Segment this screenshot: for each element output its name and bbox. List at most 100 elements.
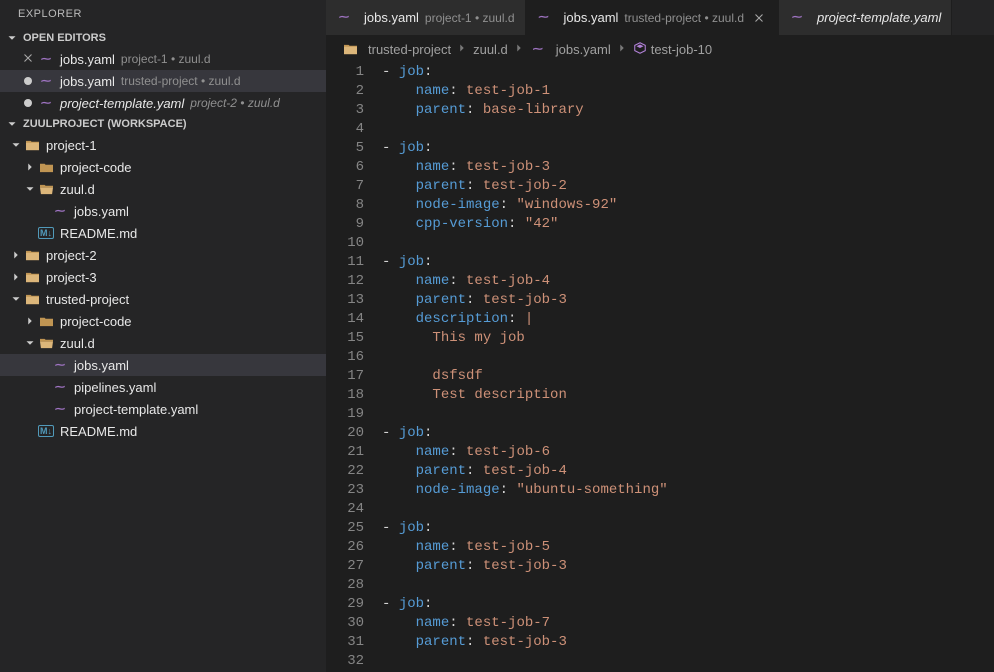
tree-folder[interactable]: project-2 bbox=[0, 244, 326, 266]
code-line[interactable] bbox=[382, 652, 994, 671]
yaml-icon: ⁓ bbox=[52, 357, 68, 373]
tree-folder[interactable]: project-code bbox=[0, 156, 326, 178]
folder-icon bbox=[24, 270, 40, 284]
tab-desc: trusted-project • zuul.d bbox=[624, 11, 744, 25]
workspace-header[interactable]: ZUULPROJECT (WORKSPACE) bbox=[0, 114, 326, 134]
line-number: 18 bbox=[326, 386, 364, 405]
code-line[interactable]: name: test-job-3 bbox=[382, 158, 994, 177]
editor-item-close[interactable] bbox=[18, 99, 38, 107]
line-number: 11 bbox=[326, 253, 364, 272]
line-number: 24 bbox=[326, 500, 364, 519]
code-line[interactable] bbox=[382, 120, 994, 139]
tree-item-label: jobs.yaml bbox=[74, 204, 129, 219]
code-line[interactable]: node-image: "windows-92" bbox=[382, 196, 994, 215]
folder-icon bbox=[38, 182, 54, 196]
chevron-right-icon bbox=[512, 41, 526, 58]
code-line[interactable]: - job: bbox=[382, 139, 994, 158]
code-line[interactable]: - job: bbox=[382, 253, 994, 272]
yaml-icon: ⁓ bbox=[52, 379, 68, 395]
code-line[interactable] bbox=[382, 576, 994, 595]
open-editors-header[interactable]: OPEN EDITORS bbox=[0, 28, 326, 48]
line-number: 9 bbox=[326, 215, 364, 234]
code-line[interactable]: name: test-job-5 bbox=[382, 538, 994, 557]
code-line[interactable]: parent: base-library bbox=[382, 101, 994, 120]
tree-item-label: project-code bbox=[60, 314, 132, 329]
chevron-right-icon bbox=[615, 41, 629, 58]
markdown-icon: M↓ bbox=[38, 423, 54, 439]
tree-folder[interactable]: trusted-project bbox=[0, 288, 326, 310]
editor-tab[interactable]: ⁓project-template.yaml bbox=[779, 0, 952, 35]
code-line[interactable]: - job: bbox=[382, 595, 994, 614]
chevron-right-icon[interactable] bbox=[8, 270, 24, 284]
breadcrumb-item[interactable]: test-job-10 bbox=[633, 41, 712, 58]
line-number: 13 bbox=[326, 291, 364, 310]
tree-folder[interactable]: project-3 bbox=[0, 266, 326, 288]
breadcrumb-item[interactable]: ⁓ jobs.yaml bbox=[530, 41, 611, 57]
tree-folder[interactable]: project-1 bbox=[0, 134, 326, 156]
yaml-icon: ⁓ bbox=[789, 10, 805, 26]
open-editor-item[interactable]: ⁓project-template.yamlproject-2 • zuul.d bbox=[0, 92, 326, 114]
breadcrumb-item[interactable]: zuul.d bbox=[473, 42, 508, 57]
tab-name: jobs.yaml bbox=[364, 10, 419, 25]
editor-tab[interactable]: ⁓jobs.yamltrusted-project • zuul.d bbox=[526, 0, 780, 35]
open-editor-item[interactable]: ⁓jobs.yamltrusted-project • zuul.d bbox=[0, 70, 326, 92]
chevron-down-icon[interactable] bbox=[8, 138, 24, 152]
yaml-icon: ⁓ bbox=[52, 401, 68, 417]
code-line[interactable]: Test description bbox=[382, 386, 994, 405]
tree-folder[interactable]: zuul.d bbox=[0, 332, 326, 354]
line-number: 10 bbox=[326, 234, 364, 253]
code-line[interactable]: node-image: "ubuntu-something" bbox=[382, 481, 994, 500]
chevron-right-icon[interactable] bbox=[22, 160, 38, 174]
chevron-down-icon[interactable] bbox=[8, 292, 24, 306]
chevron-right-icon[interactable] bbox=[8, 248, 24, 262]
tree-item-label: zuul.d bbox=[60, 182, 95, 197]
code-line[interactable]: This my job bbox=[382, 329, 994, 348]
code-content[interactable]: - job: name: test-job-1 parent: base-lib… bbox=[382, 63, 994, 672]
close-icon[interactable] bbox=[750, 9, 768, 27]
code-line[interactable]: - job: bbox=[382, 519, 994, 538]
unsaved-dot-icon bbox=[24, 99, 32, 107]
chevron-down-icon[interactable] bbox=[22, 336, 38, 350]
editor-tab[interactable]: ⁓jobs.yamlproject-1 • zuul.d bbox=[326, 0, 526, 35]
file-tree: project-1 project-code zuul.d ⁓ jobs.yaml M↓R… bbox=[0, 134, 326, 672]
editor-item-close[interactable] bbox=[18, 51, 38, 68]
open-editor-item[interactable]: ⁓jobs.yamlproject-1 • zuul.d bbox=[0, 48, 326, 70]
tree-file[interactable]: ⁓pipelines.yaml bbox=[0, 376, 326, 398]
tree-file[interactable]: M↓README.md bbox=[0, 420, 326, 442]
line-number: 21 bbox=[326, 443, 364, 462]
code-line[interactable]: cpp-version: "42" bbox=[382, 215, 994, 234]
editor-item-close[interactable] bbox=[18, 77, 38, 85]
code-line[interactable] bbox=[382, 348, 994, 367]
code-line[interactable]: dsfsdf bbox=[382, 367, 994, 386]
code-line[interactable]: name: test-job-4 bbox=[382, 272, 994, 291]
code-line[interactable]: - job: bbox=[382, 63, 994, 82]
code-editor[interactable]: 1234567891011121314151617181920212223242… bbox=[326, 63, 994, 672]
tree-file[interactable]: M↓README.md bbox=[0, 222, 326, 244]
tree-file[interactable]: ⁓jobs.yaml bbox=[0, 200, 326, 222]
chevron-right-icon[interactable] bbox=[22, 314, 38, 328]
code-line[interactable]: parent: test-job-2 bbox=[382, 177, 994, 196]
close-icon[interactable] bbox=[21, 51, 35, 68]
code-line[interactable]: name: test-job-1 bbox=[382, 82, 994, 101]
code-line[interactable]: parent: test-job-3 bbox=[382, 633, 994, 652]
code-line[interactable]: parent: test-job-3 bbox=[382, 291, 994, 310]
tree-item-label: project-1 bbox=[46, 138, 97, 153]
code-line[interactable]: - job: bbox=[382, 424, 994, 443]
editor-item-name: jobs.yaml bbox=[60, 74, 115, 89]
tree-item-label: project-code bbox=[60, 160, 132, 175]
code-line[interactable]: description: | bbox=[382, 310, 994, 329]
tree-file[interactable]: ⁓project-template.yaml bbox=[0, 398, 326, 420]
code-line[interactable] bbox=[382, 500, 994, 519]
code-line[interactable]: parent: test-job-3 bbox=[382, 557, 994, 576]
tree-file[interactable]: ⁓ jobs.yaml bbox=[0, 354, 326, 376]
tree-item-label: jobs.yaml bbox=[74, 358, 129, 373]
code-line[interactable]: name: test-job-6 bbox=[382, 443, 994, 462]
code-line[interactable]: name: test-job-7 bbox=[382, 614, 994, 633]
chevron-down-icon[interactable] bbox=[22, 182, 38, 196]
tree-folder[interactable]: zuul.d bbox=[0, 178, 326, 200]
tree-folder[interactable]: project-code bbox=[0, 310, 326, 332]
code-line[interactable] bbox=[382, 234, 994, 253]
code-line[interactable] bbox=[382, 405, 994, 424]
code-line[interactable]: parent: test-job-4 bbox=[382, 462, 994, 481]
breadcrumb-item[interactable]: trusted-project bbox=[342, 42, 451, 57]
